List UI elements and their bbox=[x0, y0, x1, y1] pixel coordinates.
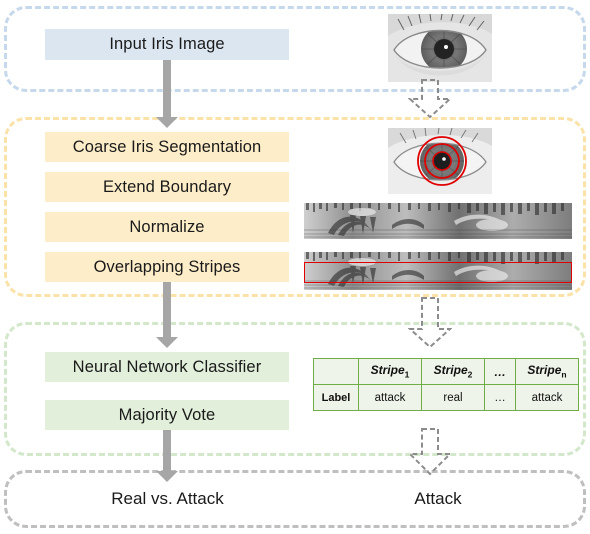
table-cell-ellipsis: … bbox=[484, 384, 516, 411]
output-label-real-vs-attack: Real vs. Attack bbox=[111, 489, 224, 508]
box-overlapping-stripes: Overlapping Stripes bbox=[45, 252, 289, 282]
table-row: Label attack real … attack bbox=[313, 384, 579, 411]
box-normalize: Normalize bbox=[45, 212, 289, 242]
arrow-classification-to-output bbox=[156, 430, 178, 482]
header-stripe-1-text: Stripe bbox=[370, 363, 405, 378]
table-header-stripe-1: Stripe1 bbox=[358, 358, 422, 385]
arrow-preprocessing-to-classification bbox=[156, 282, 178, 348]
block-arrow-stripes-to-table bbox=[408, 297, 452, 349]
table-cell-stripe-2: real bbox=[421, 384, 485, 411]
block-arrow-table-to-verdict bbox=[408, 428, 452, 476]
stripe-highlight-box bbox=[304, 262, 572, 283]
header-stripe-n-text: Stripe bbox=[527, 363, 562, 378]
header-stripe-n-sub: n bbox=[561, 369, 567, 380]
table-row-header-label: Label bbox=[313, 384, 359, 411]
table-cell-stripe-1: attack bbox=[358, 384, 422, 411]
table-cell-stripe-n: attack bbox=[515, 384, 579, 411]
box-extend-boundary: Extend Boundary bbox=[45, 172, 289, 202]
normalized-iris-strip bbox=[304, 203, 572, 239]
table-corner-cell bbox=[313, 358, 359, 385]
eye-image-segmented bbox=[388, 128, 492, 194]
box-neural-network-classifier: Neural Network Classifier bbox=[45, 352, 289, 382]
box-coarse-iris-segmentation: Coarse Iris Segmentation bbox=[45, 132, 289, 162]
arrow-input-to-preprocessing bbox=[156, 60, 178, 128]
header-stripe-1-sub: 1 bbox=[404, 369, 410, 380]
header-stripe-2-text: Stripe bbox=[433, 363, 468, 378]
table-header-ellipsis: … bbox=[484, 358, 516, 385]
block-arrow-raw-to-segmented bbox=[408, 79, 452, 119]
output-label-attack: Attack bbox=[414, 489, 462, 508]
box-majority-vote: Majority Vote bbox=[45, 400, 289, 430]
box-input-iris-image: Input Iris Image bbox=[45, 29, 289, 60]
table-header-stripe-n: Stripen bbox=[515, 358, 579, 385]
eye-image-raw bbox=[388, 14, 492, 82]
table-header-row: Stripe1 Stripe2 … Stripen bbox=[313, 358, 579, 385]
stripe-label-table: Stripe1 Stripe2 … Stripen Label attack r… bbox=[313, 358, 579, 411]
table-header-stripe-2: Stripe2 bbox=[421, 358, 485, 385]
header-stripe-2-sub: 2 bbox=[467, 369, 473, 380]
pipeline-diagram: Input Iris Image Coarse Iris Segmentatio… bbox=[0, 0, 590, 534]
